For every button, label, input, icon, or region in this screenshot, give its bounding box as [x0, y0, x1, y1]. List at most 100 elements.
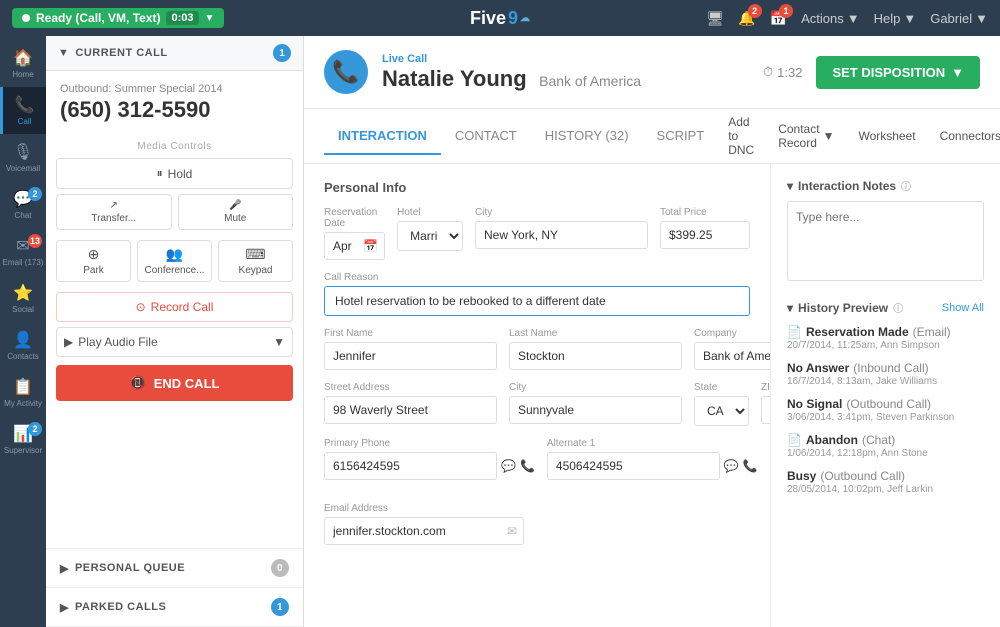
- parked-calls-row[interactable]: ▶ PARKED CALLS 1: [46, 588, 303, 627]
- street-group: Street Address: [324, 382, 497, 426]
- keypad-button[interactable]: ⌨ Keypad: [218, 240, 293, 282]
- current-call-label: CURRENT CALL: [75, 47, 167, 59]
- hold-icon: ⏸: [157, 166, 163, 181]
- tab-contact[interactable]: CONTACT: [441, 118, 531, 155]
- caller-company: Bank of America: [539, 73, 641, 89]
- current-call-header[interactable]: ▼ CURRENT CALL 1: [46, 36, 303, 71]
- sidebar-item-contacts[interactable]: 👤 Contacts: [0, 322, 46, 369]
- city-input[interactable]: [475, 221, 648, 249]
- tabs-right-actions: Add to DNC Contact Record ▼ Worksheet Co…: [718, 109, 1000, 163]
- call-reason-input[interactable]: [324, 286, 750, 316]
- monitor-icon-btn[interactable]: 🖥: [706, 10, 724, 27]
- hotel-group: Hotel Marriott Hotel: [397, 207, 463, 260]
- personal-queue-row[interactable]: ▶ PERSONAL QUEUE 0: [46, 549, 303, 588]
- conference-button[interactable]: 👥 Conference...: [137, 240, 212, 282]
- history-preview-header: ▾ History Preview ⓘ Show All: [787, 300, 984, 315]
- first-name-input[interactable]: [324, 342, 497, 370]
- call-timer: ⏱ 1:32: [763, 64, 802, 80]
- state-label: State: [694, 382, 749, 393]
- primary-phone-label: Primary Phone: [324, 438, 535, 449]
- nav-email-label: Email (173): [3, 258, 44, 267]
- total-price-label: Total Price: [660, 207, 750, 218]
- hotel-label: Hotel: [397, 207, 463, 218]
- sidebar-item-chat[interactable]: 💬 Chat 2: [0, 181, 46, 228]
- call-reason-label: Call Reason: [324, 272, 750, 283]
- play-audio-button[interactable]: ▶ Play Audio File ▼: [56, 327, 293, 357]
- help-label: Help: [874, 11, 901, 26]
- status-label: Ready (Call, VM, Text): [36, 11, 160, 25]
- tab-interaction[interactable]: INTERACTION: [324, 118, 441, 155]
- history-item-1: No Answer (Inbound Call) 16/7/2014, 8:13…: [787, 361, 984, 387]
- email-badge: 13: [28, 234, 42, 248]
- connectors-action[interactable]: Connectors ▼: [930, 123, 1000, 149]
- interaction-notes-textarea[interactable]: [787, 201, 984, 281]
- history-item-4-title: Busy (Outbound Call): [787, 469, 984, 483]
- tab-history[interactable]: HISTORY (32): [531, 118, 643, 155]
- history-preview-label: History Preview: [798, 301, 888, 315]
- status-badge[interactable]: Ready (Call, VM, Text) 0:03 ▼: [12, 8, 224, 28]
- history-item-2-title: No Signal (Outbound Call): [787, 397, 984, 411]
- form-row-phones: Primary Phone 💬 📞 Alternate 1 💬 📞: [324, 438, 750, 491]
- company-input[interactable]: [694, 342, 770, 370]
- phone-number: (650) 312-5590: [60, 97, 289, 123]
- primary-phone-chat-icon[interactable]: 💬: [501, 459, 516, 473]
- alt1-call-icon[interactable]: 📞: [743, 459, 758, 473]
- last-name-input[interactable]: [509, 342, 682, 370]
- nav-activity-label: My Activity: [4, 399, 42, 408]
- tab-script[interactable]: SCRIPT: [643, 118, 719, 155]
- hold-button[interactable]: ⏸ Hold: [56, 158, 293, 189]
- end-call-button[interactable]: 📵 END CALL: [56, 365, 293, 401]
- show-all-link[interactable]: Show All: [942, 302, 984, 314]
- alt1-phone-input[interactable]: [547, 452, 720, 480]
- add-to-dnc-action[interactable]: Add to DNC: [718, 109, 764, 163]
- sidebar-item-myactivity[interactable]: 📋 My Activity: [0, 369, 46, 416]
- sidebar-item-voicemail[interactable]: 🎙 Voicemail: [0, 134, 46, 181]
- record-button[interactable]: ⊙ Record Call: [56, 292, 293, 322]
- help-menu[interactable]: Help ▼: [874, 11, 917, 26]
- state-select[interactable]: CA: [694, 396, 749, 426]
- end-call-icon: 📵: [130, 375, 146, 391]
- hold-label: Hold: [168, 167, 193, 181]
- calendar-input-icon[interactable]: 📅: [363, 239, 378, 253]
- street-input[interactable]: [324, 396, 497, 424]
- clock-icon: ⏱: [763, 64, 773, 80]
- sidebar-item-home[interactable]: 🏠 Home: [0, 40, 46, 87]
- mute-button[interactable]: 🎤 Mute: [178, 194, 294, 230]
- sidebar-item-call[interactable]: 📞 Call: [0, 87, 46, 134]
- actions-menu[interactable]: Actions ▼: [801, 11, 860, 26]
- primary-phone-call-icon[interactable]: 📞: [520, 459, 535, 473]
- chat-history-icon: 📄: [787, 433, 802, 447]
- sidebar-item-social[interactable]: ⭐ Social: [0, 275, 46, 322]
- notifications-btn[interactable]: 🔔 2: [738, 10, 755, 27]
- email-send-icon[interactable]: ✉: [507, 524, 517, 538]
- call-header: 📞 Live Call Natalie Young Bank of Americ…: [304, 36, 1000, 109]
- form-row-call-reason: Call Reason: [324, 272, 750, 316]
- user-menu[interactable]: Gabriel ▼: [930, 11, 988, 26]
- park-icon: ⊕: [88, 246, 100, 263]
- call-header-right: ⏱ 1:32 SET DISPOSITION ▼: [763, 56, 980, 103]
- total-price-input[interactable]: [660, 221, 750, 249]
- topbar-left: Ready (Call, VM, Text) 0:03 ▼: [12, 8, 224, 28]
- email-group: Email Address ✉: [324, 503, 524, 545]
- worksheet-action[interactable]: Worksheet: [848, 123, 925, 149]
- alt1-chat-icon[interactable]: 💬: [724, 459, 739, 473]
- form-row-1: Reservation Date 📅 Hotel Marriott Hotel: [324, 207, 750, 260]
- city2-input[interactable]: [509, 396, 682, 424]
- company-group: Company: [694, 328, 770, 370]
- contact-record-action[interactable]: Contact Record ▼: [768, 116, 844, 156]
- transfer-button[interactable]: ↗ Transfer...: [56, 194, 172, 230]
- zip-input[interactable]: [761, 396, 770, 424]
- park-button[interactable]: ⊕ Park: [56, 240, 131, 282]
- alerts-btn[interactable]: 📅 1: [770, 10, 787, 27]
- phone-call-icon: 📞: [332, 59, 359, 85]
- hotel-select[interactable]: Marriott Hotel: [397, 221, 463, 251]
- sidebar-item-email[interactable]: ✉ Email (173) 13: [0, 228, 46, 275]
- main: 🏠 Home 📞 Call 🎙 Voicemail 💬 Chat 2 ✉ Ema…: [0, 36, 1000, 627]
- primary-phone-input[interactable]: [324, 452, 497, 480]
- transfer-icon: ↗: [110, 200, 118, 211]
- email-input[interactable]: [324, 517, 524, 545]
- sidebar-item-supervisor[interactable]: 📊 Supervisor 2: [0, 416, 46, 463]
- live-call-label: Live Call: [382, 53, 641, 65]
- reservation-date-wrapper: 📅: [324, 232, 385, 260]
- set-disposition-button[interactable]: SET DISPOSITION ▼: [816, 56, 980, 89]
